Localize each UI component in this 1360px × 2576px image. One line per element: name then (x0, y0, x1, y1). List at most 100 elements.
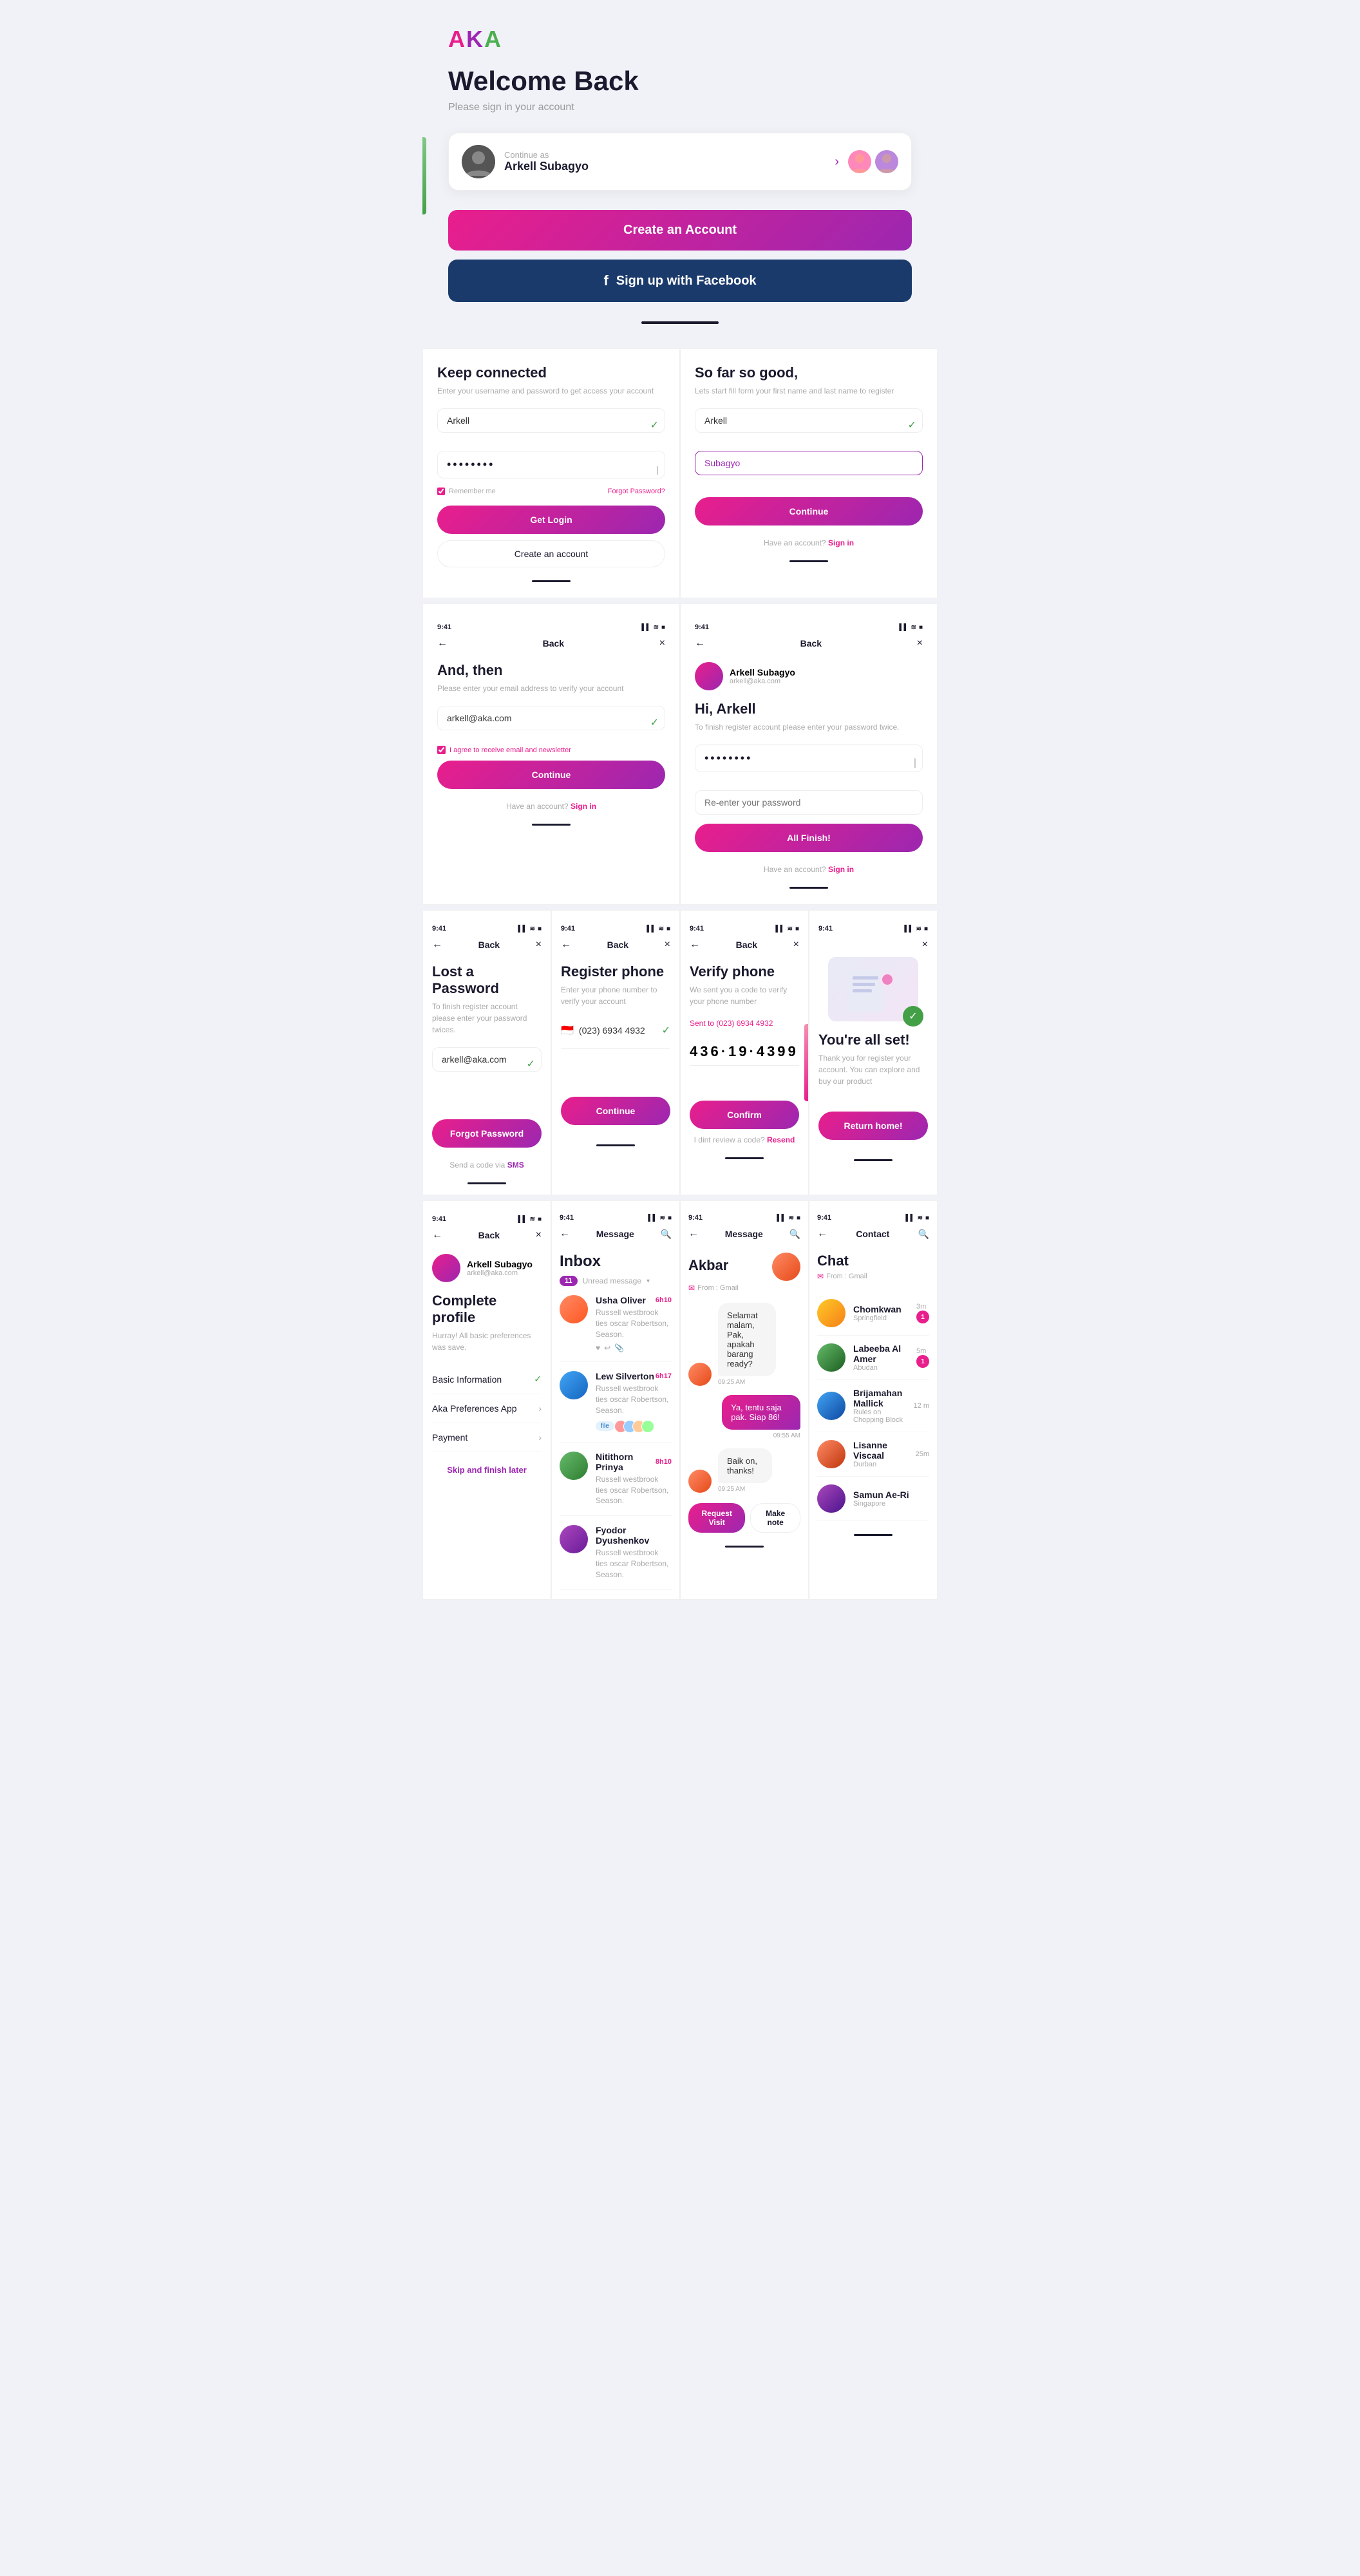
first-name-input[interactable] (695, 408, 923, 433)
search-icon-akbar[interactable]: 🔍 (789, 1229, 800, 1240)
back-button[interactable]: ← (437, 638, 448, 649)
username-input[interactable] (437, 408, 665, 433)
verification-code-input[interactable] (690, 1038, 799, 1066)
brija-time: 12 m (914, 1402, 929, 1410)
user-avatar (462, 145, 495, 178)
lew-name: Lew Silverton (596, 1371, 654, 1381)
status-icons-lost: ▌▌ ≋ ■ (518, 925, 542, 933)
all-set-sub: Thank you for register your account. You… (818, 1052, 928, 1087)
create-account-outline-button[interactable]: Create an account (437, 540, 665, 567)
message-item-lew[interactable]: Lew Silverton 6h17 Russell westbrook tie… (560, 1362, 672, 1442)
lost-email-input[interactable] (432, 1047, 542, 1072)
payment-arrow-icon: › (538, 1432, 542, 1443)
labeeba-info: Labeeba Al Amer Abudan (853, 1343, 909, 1372)
confirm-password-input[interactable] (695, 790, 923, 815)
top-screens-row: Keep connected Enter your username and p… (422, 348, 938, 598)
contact-lisanne[interactable]: Lisanne Viscaal Durban 25m (817, 1432, 929, 1477)
continue-card[interactable]: Continue as Arkell Subagyo › (448, 133, 912, 191)
contact-chomkwan[interactable]: Chomkwan Springfield 3m 1 (817, 1291, 929, 1336)
request-visit-button[interactable]: Request Visit (688, 1503, 745, 1533)
message-item-usha[interactable]: Usha Oliver 6h10 Russell westbrook ties … (560, 1286, 672, 1362)
welcome-title: Welcome Back (448, 66, 912, 97)
nav-back-label: Back (543, 638, 564, 649)
password-input[interactable] (437, 451, 665, 478)
password-hi-input[interactable] (695, 744, 923, 772)
back-button-hi[interactable]: ← (695, 638, 705, 649)
welcome-subtitle: Please sign in your account (448, 102, 912, 113)
sms-link[interactable]: SMS (507, 1160, 524, 1170)
forgot-password-button[interactable]: Forgot Password (432, 1119, 542, 1148)
email-input[interactable] (437, 706, 665, 730)
phone-number-input[interactable] (579, 1019, 657, 1042)
skip-link[interactable]: Skip and finish later (432, 1465, 542, 1475)
close-button-hi[interactable]: × (917, 638, 923, 649)
resend-link[interactable]: Resend (767, 1135, 795, 1144)
verify-phone-title: Verify phone (690, 963, 799, 980)
all-set-illustration: ✓ (828, 957, 918, 1021)
confirm-button[interactable]: Confirm (690, 1101, 799, 1129)
inbox-screen: 9:41 ▌▌ ≋ ■ ← Message 🔍 Inbox 11 Unread … (551, 1200, 680, 1600)
return-home-button[interactable]: Return home! (818, 1112, 928, 1140)
newsletter-checkbox[interactable] (437, 746, 446, 754)
labeeba-location: Abudan (853, 1364, 909, 1372)
back-label-cp: Back (478, 1230, 500, 1240)
all-finish-button[interactable]: All Finish! (695, 824, 923, 852)
get-login-button[interactable]: Get Login (437, 506, 665, 534)
sign-in-link[interactable]: Sign in (828, 538, 854, 547)
facebook-signup-button[interactable]: f Sign up with Facebook (448, 260, 912, 302)
status-bar-akbar: 9:41 ▌▌ ≋ ■ (688, 1210, 800, 1228)
last-name-input[interactable] (695, 451, 923, 475)
profile-payment[interactable]: Payment › (432, 1423, 542, 1452)
send-code-row: Send a code via SMS (432, 1160, 542, 1170)
create-account-button[interactable]: Create an Account (448, 210, 912, 251)
contact-labeeba[interactable]: Labeeba Al Amer Abudan 5m 1 (817, 1336, 929, 1380)
chat-bubble-3: Baik on, thanks! (718, 1448, 772, 1483)
nav-back-label-hi: Back (800, 638, 822, 649)
search-icon-inbox[interactable]: 🔍 (661, 1229, 672, 1240)
nav-bar-and-then: ← Back × (437, 638, 665, 649)
close-phone[interactable]: × (665, 939, 670, 951)
chevron-right-icon[interactable]: › (835, 155, 839, 169)
back-inbox[interactable]: ← (560, 1228, 570, 1240)
close-cp[interactable]: × (536, 1229, 542, 1241)
continue-button-sofar[interactable]: Continue (695, 497, 923, 526)
message-item-nitithorn[interactable]: Nitithorn Prinya 8h10 Russell westbrook … (560, 1443, 672, 1516)
back-lost[interactable]: ← (432, 939, 442, 951)
status-time-lost: 9:41 (432, 925, 446, 933)
profile-basic-info[interactable]: Basic Information ✓ (432, 1365, 542, 1394)
close-button[interactable]: × (659, 638, 665, 649)
back-cp[interactable]: ← (432, 1229, 442, 1241)
status-icons-phone: ▌▌ ≋ ■ (647, 925, 670, 933)
nitithorn-time: 8h10 (656, 1458, 672, 1466)
sign-in-link-hi[interactable]: Sign in (828, 865, 854, 874)
make-note-button[interactable]: Make note (750, 1503, 800, 1533)
close-lost[interactable]: × (536, 939, 542, 951)
continue-button-phone[interactable]: Continue (561, 1097, 670, 1125)
continue-button-andthen[interactable]: Continue (437, 761, 665, 789)
forgot-password-link[interactable]: Forgot Password? (608, 488, 665, 495)
wifi-phone: ≋ (659, 925, 664, 933)
lisanne-avatar (817, 1440, 845, 1468)
back-akbar[interactable]: ← (688, 1228, 699, 1240)
back-verify[interactable]: ← (690, 939, 700, 951)
cp-avatar-row: Arkell Subagyo arkell@aka.com (432, 1254, 542, 1282)
remember-checkbox[interactable] (437, 488, 445, 495)
lew-preview: Russell westbrook ties oscar Robertson, … (596, 1383, 672, 1416)
lost-password-screen: 9:41 ▌▌ ≋ ■ ← Back × Lost a Password To … (422, 910, 551, 1195)
back-phone[interactable]: ← (561, 939, 571, 951)
close-verify[interactable]: × (793, 939, 799, 951)
sign-in-link-andthen[interactable]: Sign in (571, 802, 596, 811)
profile-aka-preferences[interactable]: Aka Preferences App › (432, 1394, 542, 1423)
contact-samun[interactable]: Samun Ae-Ri Singapore (817, 1477, 929, 1521)
heart-icon: ♥ (596, 1343, 600, 1352)
back-chat[interactable]: ← (817, 1228, 827, 1240)
close-allset[interactable]: × (922, 939, 928, 950)
profile-name: Arkell Subagyo (730, 667, 795, 677)
screen-home-indicator-2 (789, 560, 828, 562)
lew-actions: file (596, 1420, 672, 1433)
contact-brija[interactable]: Brijamahan Mallick Rules on Chopping Blo… (817, 1380, 929, 1432)
status-time-inbox: 9:41 (560, 1214, 574, 1222)
search-icon-chat[interactable]: 🔍 (918, 1229, 929, 1240)
usha-avatar (560, 1295, 588, 1323)
message-item-fyodor[interactable]: Fyodor Dyushenkov Russell westbrook ties… (560, 1516, 672, 1589)
